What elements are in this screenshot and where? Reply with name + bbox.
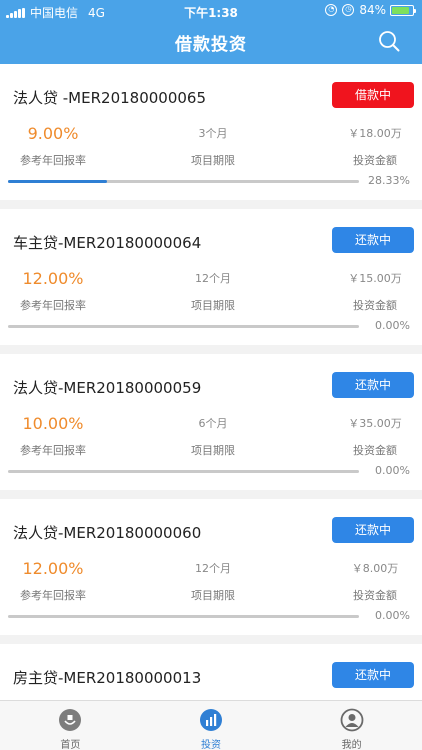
rotation-lock-icon: ◔ (325, 4, 338, 16)
progress-percent: 0.00% (375, 609, 410, 622)
term-metric: 12个月项目期限 (168, 558, 258, 603)
term-value: 12个月 (195, 562, 231, 575)
search-icon[interactable] (378, 30, 400, 52)
rate-metric: 12.00% 参考年回报率 (8, 268, 98, 313)
amount-value: ￥18.00万 (348, 127, 402, 140)
progress-fill (8, 180, 108, 183)
loan-card[interactable]: 房主贷-MER20180000013 还款中 (0, 644, 422, 700)
tab-home[interactable]: 首页 (0, 701, 141, 750)
amount-label: 投资金额 (353, 589, 397, 602)
loan-title: 法人贷-MER20180000060 (13, 524, 202, 542)
term-metric: 3个月项目期限 (168, 123, 258, 168)
rate-label: 参考年回报率 (20, 444, 86, 457)
status-bar: 中国电信 4G 下午1:38 ◔ ◷ 84% (0, 0, 422, 22)
rate-metric: 9.00% 参考年回报率 (8, 123, 98, 168)
status-right: ◔ ◷ 84% (325, 3, 416, 17)
loan-status-button[interactable]: 还款中 (332, 372, 414, 398)
tab-invest-label: 投资 (201, 740, 221, 750)
loan-card[interactable]: 法人贷-MER20180000059 还款中 10.00% 参考年回报率 6个月项目期限… (0, 354, 422, 490)
progress-percent: 0.00% (375, 464, 410, 477)
loan-status-button[interactable]: 还款中 (332, 227, 414, 253)
term-label: 项目期限 (191, 299, 235, 312)
chart-icon (200, 709, 222, 731)
loan-title: 法人贷-MER20180000059 (13, 379, 202, 397)
loan-title: 法人贷 -MER20180000065 (13, 89, 207, 107)
rate-label: 参考年回报率 (20, 154, 86, 167)
amount-label: 投资金额 (353, 299, 397, 312)
tab-invest[interactable]: 投资 (141, 701, 282, 750)
loan-card[interactable]: 法人贷-MER20180000060 还款中 12.00% 参考年回报率 12个月项目期… (0, 499, 422, 635)
tab-mine[interactable]: 我的 (281, 701, 422, 750)
amount-metric: ￥35.00万 投资金额 (330, 413, 420, 458)
amount-value: ￥15.00万 (348, 272, 402, 285)
loan-title: 房主贷-MER20180000013 (13, 669, 202, 687)
loan-status-button[interactable]: 还款中 (332, 662, 414, 688)
loan-card[interactable]: 车主贷-MER20180000064 还款中 12.00% 参考年回报率 12个月项目期… (0, 209, 422, 345)
rate-label: 参考年回报率 (20, 589, 86, 602)
term-label: 项目期限 (191, 154, 235, 167)
loan-title: 车主贷-MER20180000064 (13, 234, 202, 252)
rate-value: 10.00% (22, 414, 84, 433)
amount-value: ￥35.00万 (348, 417, 402, 430)
loan-list[interactable]: 法人贷 -MER20180000065 借款中 9.00% 参考年回报率 3个月项目期限… (0, 64, 422, 700)
progress-bar (8, 615, 359, 618)
amount-metric: ￥8.00万 投资金额 (330, 558, 420, 603)
term-label: 项目期限 (191, 589, 235, 602)
app-header: 中国电信 4G 下午1:38 ◔ ◷ 84% 借款投资 (0, 0, 422, 64)
progress-bar (8, 470, 359, 473)
term-label: 项目期限 (191, 444, 235, 457)
amount-label: 投资金额 (353, 444, 397, 457)
amount-value: ￥8.00万 (351, 562, 399, 575)
progress-percent: 0.00% (375, 319, 410, 332)
term-metric: 12个月项目期限 (168, 268, 258, 313)
term-metric: 6个月项目期限 (168, 413, 258, 458)
rate-value: 9.00% (27, 124, 79, 143)
loan-status-button[interactable]: 借款中 (332, 82, 414, 108)
tab-home-label: 首页 (60, 740, 81, 750)
amount-metric: ￥18.00万 投资金额 (330, 123, 420, 168)
progress-bar (8, 325, 359, 328)
alarm-icon: ◷ (342, 4, 355, 16)
progress-percent: 28.33% (368, 174, 410, 187)
nav-bar: 借款投资 (0, 22, 422, 64)
loan-status-button[interactable]: 还款中 (332, 517, 414, 543)
loan-card[interactable]: 法人贷 -MER20180000065 借款中 9.00% 参考年回报率 3个月项目期限… (0, 64, 422, 200)
tab-bar: 首页 投资 我的 (0, 700, 422, 750)
tab-mine-label: 我的 (341, 740, 362, 750)
term-value: 3个月 (198, 127, 228, 140)
battery-percent: 84% (359, 3, 386, 17)
user-icon (340, 708, 364, 732)
rate-metric: 10.00% 参考年回报率 (8, 413, 98, 458)
rate-metric: 12.00% 参考年回报率 (8, 558, 98, 603)
battery-icon (390, 4, 416, 16)
progress-bar (8, 180, 359, 183)
rate-value: 12.00% (22, 269, 84, 288)
term-value: 12个月 (195, 272, 231, 285)
amount-metric: ￥15.00万 投资金额 (330, 268, 420, 313)
rate-value: 12.00% (22, 559, 84, 578)
home-hands-icon (59, 709, 82, 731)
page-title: 借款投资 (175, 35, 247, 55)
rate-label: 参考年回报率 (20, 299, 86, 312)
term-value: 6个月 (198, 417, 228, 430)
amount-label: 投资金额 (353, 154, 397, 167)
